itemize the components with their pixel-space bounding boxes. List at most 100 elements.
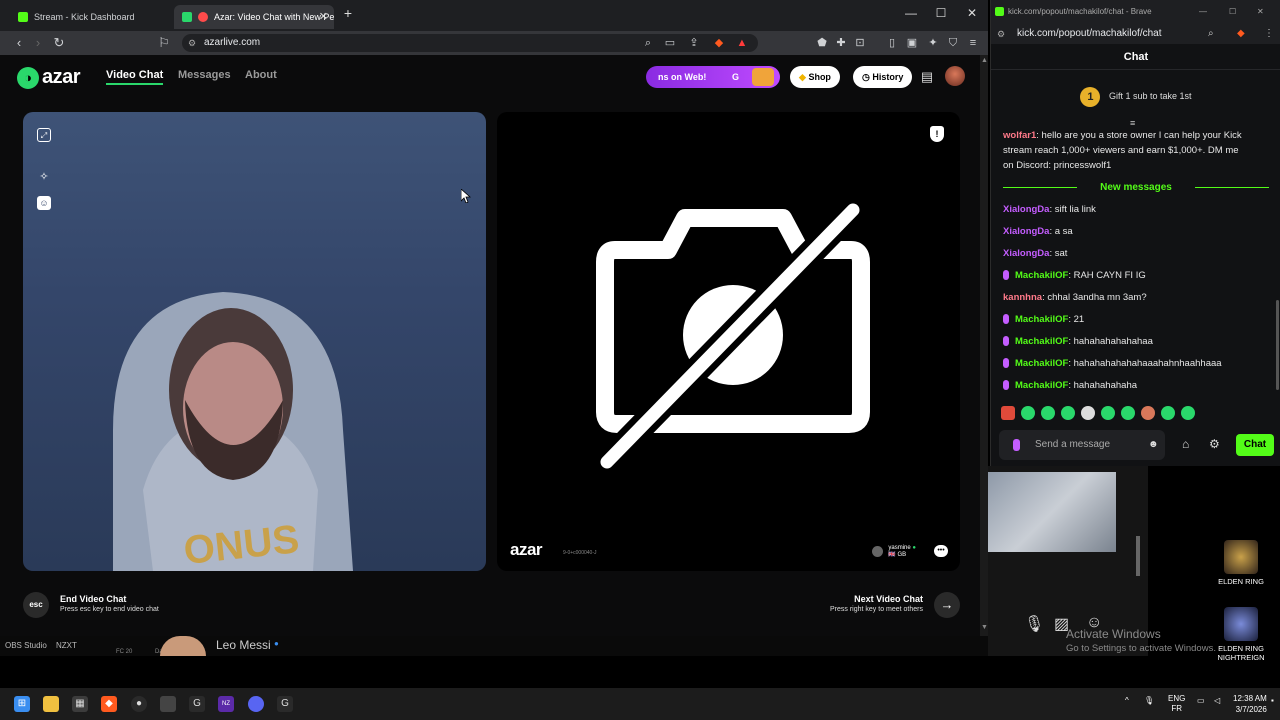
shop-icon[interactable]: ⌂ (1182, 437, 1189, 451)
tab-kick-dashboard[interactable]: Stream - Kick Dashboard (10, 5, 172, 29)
forward-icon[interactable]: › (30, 35, 46, 51)
cast-icon[interactable]: ▭ (662, 35, 678, 51)
desktop-icon-elden-ring-nightreign[interactable]: ELDEN RING NIGHTREIGN (1211, 607, 1271, 662)
zoom-icon[interactable]: ⌕ (1208, 24, 1214, 44)
emote-icon[interactable] (1101, 406, 1115, 420)
emote-icon[interactable] (1061, 406, 1075, 420)
send-message-input[interactable]: Send a message ☻ (999, 430, 1165, 460)
emote-icon[interactable] (1141, 406, 1155, 420)
obs-label[interactable]: OBS Studio (5, 641, 47, 650)
emote-icon[interactable] (1081, 406, 1095, 420)
screenshot-icon[interactable]: ⊡ (852, 35, 868, 51)
language-indicator[interactable]: ENG FR (1168, 694, 1185, 714)
maximize-button[interactable]: ☐ (1229, 0, 1236, 24)
minimize-button[interactable]: — (1199, 0, 1207, 24)
nav-messages[interactable]: Messages (178, 69, 231, 81)
site-info-icon[interactable]: ⚙ (188, 34, 196, 52)
nav-about[interactable]: About (245, 69, 277, 81)
next-chat-arrow-button[interactable]: → (934, 592, 960, 618)
end-chat-esc-button[interactable]: esc (23, 592, 49, 618)
scroll-up-icon[interactable]: ▲ (981, 57, 988, 67)
azar-logo[interactable]: ◑ azar (17, 66, 81, 89)
leo-messi-name[interactable]: Leo Messi (216, 638, 271, 652)
reload-icon[interactable]: ↻ (51, 35, 67, 51)
share-icon[interactable]: ⇪ (686, 35, 702, 51)
leo-ai-icon[interactable]: ✦ (925, 35, 941, 51)
menu-icon[interactable]: ⋮ (1264, 24, 1274, 44)
message-username[interactable]: MachakilOF (1015, 336, 1068, 347)
scroll-down-icon[interactable]: ▼ (981, 624, 988, 634)
fullscreen-icon[interactable]: ⤢ (37, 128, 51, 142)
brave-rewards-icon[interactable]: ▲ (734, 35, 750, 51)
vpn-shield-icon[interactable]: ⛉ (945, 35, 961, 51)
message-username[interactable]: MachakilOF (1015, 270, 1068, 281)
volume-icon[interactable]: ◁ (1214, 696, 1220, 705)
message-username[interactable]: XialongDa (1003, 226, 1049, 237)
emote-icon[interactable] (1121, 406, 1135, 420)
close-window-button[interactable]: ✕ (1257, 0, 1264, 24)
message-username[interactable]: wolfar1 (1003, 130, 1036, 141)
nzxt-label[interactable]: NZXT (56, 641, 77, 650)
page-scrollbar[interactable]: ▲ ▼ (980, 55, 988, 636)
app-taskbar-icon[interactable] (160, 696, 176, 712)
start-windows-icon[interactable]: ⊞ (14, 696, 30, 712)
bg-scrollbar[interactable] (1136, 536, 1140, 576)
desktop-icon-elden-ring[interactable]: ELDEN RING (1211, 540, 1271, 586)
tray-chevron-icon[interactable]: ^ (1125, 696, 1129, 705)
brave-shield-icon[interactable]: ◆ (711, 35, 727, 51)
sidebar-icon[interactable]: ▯ (884, 35, 900, 51)
media-thumbnail[interactable] (988, 472, 1116, 552)
tab-azar[interactable]: Azar: Video Chat with New Pe ✕ (174, 5, 334, 29)
close-window-button[interactable]: ✕ (962, 6, 982, 20)
emote-icon[interactable] (1161, 406, 1175, 420)
emote-icon[interactable] (1001, 406, 1015, 420)
extensions-icon[interactable]: ✚ (833, 35, 849, 51)
new-tab-button[interactable]: + (338, 5, 358, 21)
report-shield-icon[interactable]: ! (930, 126, 944, 142)
message-username[interactable]: MachakilOF (1015, 380, 1068, 391)
emote-icon[interactable] (1021, 406, 1035, 420)
history-button[interactable]: ◷ History (853, 66, 913, 88)
tray-microphone-icon[interactable]: 🎙 (1144, 696, 1154, 705)
brave-shield-icon[interactable]: ◆ (1237, 24, 1245, 44)
clock[interactable]: 12:38 AM 3/7/2026 (1233, 693, 1267, 715)
message-username[interactable]: MachakilOF (1015, 314, 1068, 325)
promo-banner[interactable]: ns on Web! G (646, 66, 780, 88)
new-messages-divider[interactable]: New messages (1003, 180, 1269, 194)
user-avatar[interactable] (945, 66, 965, 86)
gift-sub-banner[interactable]: 1 Gift 1 sub to take 1st (991, 80, 1280, 112)
brave-taskbar-icon[interactable]: ◆ (101, 696, 117, 712)
filter-icon[interactable]: ≡ (1130, 118, 1135, 128)
vpn-icon[interactable]: ⬟ (814, 35, 830, 51)
chat-scrollbar[interactable] (1276, 300, 1279, 390)
chat-address-bar[interactable]: ⚙ kick.com/popout/machakilof/chat ⌕ ◆ ⋮ (991, 24, 1280, 44)
settings-gear-icon[interactable]: ⚙ (1209, 437, 1220, 451)
chat-bubble-icon[interactable]: ••• (934, 545, 948, 557)
nzxt-taskbar-icon[interactable]: NZ (218, 696, 234, 712)
notifications-icon[interactable]: ▪ (1271, 696, 1274, 705)
emote-icon[interactable] (1181, 406, 1195, 420)
message-username[interactable]: XialongDa (1003, 248, 1049, 259)
emote-icon[interactable] (1041, 406, 1055, 420)
microphone-icon[interactable]: 🎙 (1024, 614, 1044, 634)
remote-user-chip[interactable]: yasmine ● 🇬🇧 GB (872, 545, 916, 559)
minimize-button[interactable]: — (901, 6, 921, 20)
close-tab-icon[interactable]: ✕ (319, 10, 328, 23)
message-username[interactable]: MachakilOF (1015, 358, 1068, 369)
wallet-icon[interactable]: ▣ (904, 35, 920, 51)
network-icon[interactable]: ▭ (1197, 696, 1205, 705)
message-username[interactable]: XialongDa (1003, 204, 1049, 215)
menu-icon[interactable]: ≡ (965, 35, 981, 51)
shop-button[interactable]: ◆ Shop (790, 66, 840, 88)
site-info-icon[interactable]: ⚙ (997, 24, 1005, 44)
discord-taskbar-icon[interactable] (248, 696, 264, 712)
effects-wand-icon[interactable]: ✧ (37, 170, 51, 184)
inbox-icon[interactable]: ▤ (917, 67, 937, 87)
obs-taskbar-icon[interactable]: ● (131, 696, 147, 712)
nav-video-chat[interactable]: Video Chat (106, 69, 164, 85)
face-filter-icon[interactable]: ☺ (37, 196, 51, 210)
file-explorer-icon[interactable] (43, 696, 59, 712)
emoji-picker-icon[interactable]: ☻ (1148, 430, 1159, 460)
back-icon[interactable]: ‹ (11, 35, 27, 51)
bookmark-icon[interactable]: ⚐ (156, 35, 172, 51)
